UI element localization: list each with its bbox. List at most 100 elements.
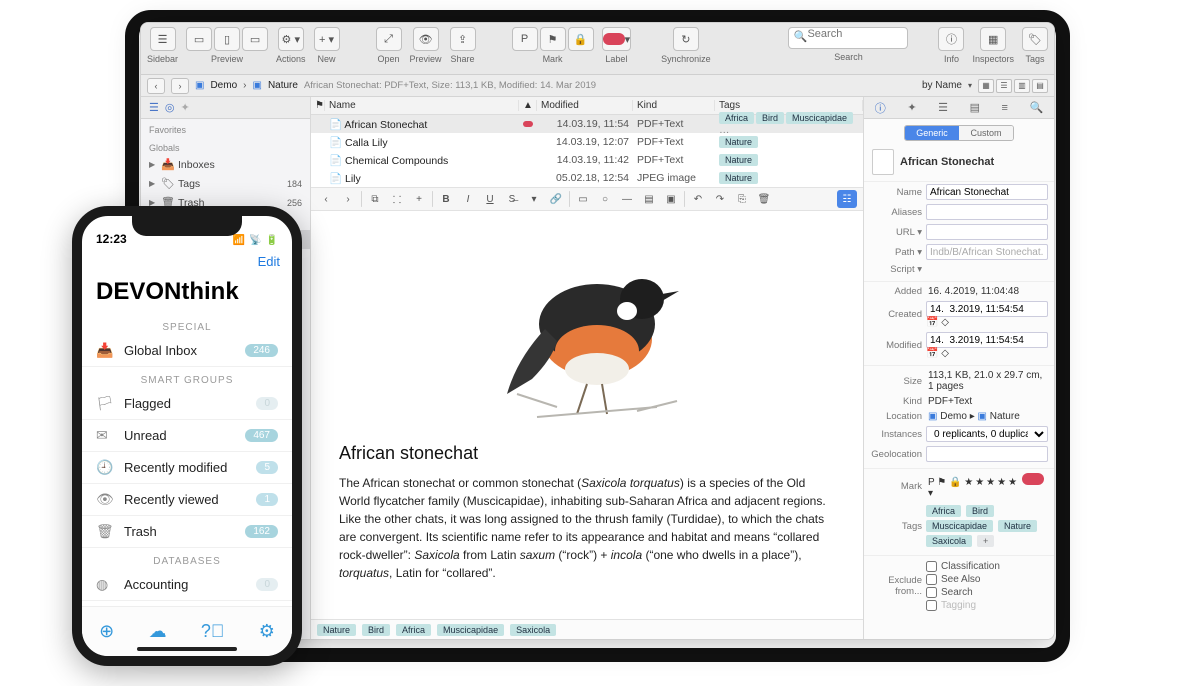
tab-add-icon[interactable]: ⊕ <box>99 621 114 642</box>
breadcrumb-root[interactable]: Demo <box>210 80 237 91</box>
list-item[interactable]: 👁Recently viewed1 <box>82 484 292 516</box>
editor-delete-icon[interactable]: 🗑 <box>755 190 773 208</box>
inspector-tab-thumb-icon[interactable]: ▤ <box>970 101 980 114</box>
editor-circle-icon[interactable]: ○ <box>596 190 614 208</box>
editor-rect-icon[interactable]: ▭ <box>574 190 592 208</box>
breadcrumb-leaf[interactable]: Nature <box>268 80 298 91</box>
doc-tag[interactable]: Africa <box>396 624 431 636</box>
grid-header-modified[interactable]: Modified <box>537 100 633 111</box>
editor-rotate-r-icon[interactable]: ↷ <box>711 190 729 208</box>
grid-header-flag[interactable]: ⚑ <box>311 100 325 111</box>
view-icons-button[interactable]: ▦ <box>978 79 994 93</box>
doc-tag[interactable]: Nature <box>317 624 356 636</box>
inspector-tab-star-icon[interactable]: ✦ <box>907 101 916 114</box>
inspector-tab-info-icon[interactable]: ⓘ <box>875 100 886 116</box>
sidebar-toggle-button[interactable]: ☰ <box>150 27 176 51</box>
sort-by-name[interactable]: by Name <box>922 80 962 91</box>
sidebar-view-extra-icon[interactable]: ✦ <box>180 101 189 114</box>
editor-link-icon[interactable]: 🔗 <box>547 190 565 208</box>
list-item[interactable]: ◍Accounting0 <box>82 569 292 601</box>
inspector-url-input[interactable] <box>926 224 1048 240</box>
mark-lock-button[interactable]: 🔒 <box>568 27 594 51</box>
sidebar-item-inboxes[interactable]: ▶📥Inboxes <box>141 155 310 174</box>
seg-generic[interactable]: Generic <box>905 126 959 140</box>
doc-tag[interactable]: Bird <box>362 624 390 636</box>
inspector-tag[interactable]: + <box>977 535 994 547</box>
grid-header-tags[interactable]: Tags <box>715 100 863 111</box>
tags-button[interactable]: 🏷 <box>1022 27 1048 51</box>
preview2-button[interactable]: 👁 <box>413 27 439 51</box>
editor-stamp-icon[interactable]: ▣ <box>662 190 680 208</box>
exclude-tagging-checkbox[interactable] <box>926 600 937 611</box>
open-button[interactable]: ⤢ <box>376 27 402 51</box>
inspector-path-input[interactable] <box>926 244 1048 260</box>
sidebar-item-tags[interactable]: ▶🏷Tags184 <box>141 174 310 193</box>
inspector-tab-list-icon[interactable]: ☰ <box>938 101 948 114</box>
search-input[interactable] <box>793 28 889 40</box>
exclude-seealso-checkbox[interactable] <box>926 574 937 585</box>
doc-tag[interactable]: Saxicola <box>510 624 556 636</box>
nav-back-button[interactable]: ‹ <box>147 78 165 94</box>
search-field[interactable] <box>788 27 908 49</box>
editor-color-icon[interactable]: ▾ <box>525 190 543 208</box>
view-list-button[interactable]: ☰ <box>996 79 1012 93</box>
inspector-instances-select[interactable]: 0 replicants, 0 duplicates <box>926 426 1048 442</box>
inspectors-button[interactable]: ▦ <box>980 27 1006 51</box>
seg-custom[interactable]: Custom <box>959 126 1013 140</box>
label-button[interactable]: ▾ <box>602 27 632 51</box>
list-item[interactable]: 🕘Recently modified5 <box>82 452 292 484</box>
new-button[interactable]: + ▾ <box>314 27 340 51</box>
view-cover-button[interactable]: ▤ <box>1032 79 1048 93</box>
inspector-name-input[interactable] <box>926 184 1048 200</box>
editor-select-icon[interactable]: ⧉ <box>366 190 384 208</box>
synchronize-button[interactable]: ↻ <box>673 27 699 51</box>
tab-cloud-icon[interactable]: ☁︎ <box>149 621 167 642</box>
nav-forward-button[interactable]: › <box>171 78 189 94</box>
grid-header-name[interactable]: Name <box>325 100 519 111</box>
mark-flag-button[interactable]: ⚑ <box>540 27 566 51</box>
editor-strike-icon[interactable]: S̶ <box>503 190 521 208</box>
grid-header-kind[interactable]: Kind <box>633 100 715 111</box>
sidebar-view-list-icon[interactable]: ☰ <box>149 101 159 114</box>
inspector-tab-search-icon[interactable]: 🔍 <box>1030 101 1044 114</box>
editor-underline-icon[interactable]: U <box>481 190 499 208</box>
editor-italic-icon[interactable]: I <box>459 190 477 208</box>
share-button[interactable]: ⇪ <box>450 27 476 51</box>
inspector-tag[interactable]: Saxicola <box>926 535 972 547</box>
editor-bold-icon[interactable]: B <box>437 190 455 208</box>
editor-nav-forward[interactable]: › <box>339 190 357 208</box>
table-row[interactable]: 📄 African Stonechat14.03.19, 11:54PDF+Te… <box>311 115 863 133</box>
editor-copy-icon[interactable]: ⎘ <box>733 190 751 208</box>
inspector-tags[interactable]: Africa Bird Muscicapidae Nature Saxicola + <box>926 503 1048 549</box>
document-preview[interactable]: African stonechat The African stonechat … <box>311 211 863 619</box>
rating-stars[interactable]: ★★★★★ <box>964 477 1019 488</box>
preview-btn-1[interactable]: ▭ <box>186 27 212 51</box>
inspector-mark-value[interactable]: P ⚑ 🔒 ★★★★★ ▾ <box>926 473 1048 499</box>
inspector-tag[interactable]: Africa <box>926 505 961 517</box>
inspector-tag[interactable]: Nature <box>998 520 1037 532</box>
tab-settings-icon[interactable]: ⚙ <box>259 621 275 642</box>
inspector-tab-text-icon[interactable]: ≡ <box>1002 102 1008 114</box>
mark-p-button[interactable]: P <box>512 27 538 51</box>
view-columns-button[interactable]: ▥ <box>1014 79 1030 93</box>
exclude-classification-checkbox[interactable] <box>926 561 937 572</box>
grid-header-mark[interactable]: ▲ <box>519 100 537 111</box>
inspector-tag[interactable]: Muscicapidae <box>926 520 993 532</box>
list-item[interactable]: 🏳Flagged0 <box>82 388 292 420</box>
inspector-tag[interactable]: Bird <box>966 505 994 517</box>
list-item[interactable]: ✉Unread467 <box>82 420 292 452</box>
editor-note-icon[interactable]: ▤ <box>640 190 658 208</box>
editor-add-icon[interactable]: + <box>410 190 428 208</box>
inspector-modified-input[interactable] <box>926 332 1048 348</box>
doc-tag[interactable]: Muscicapidae <box>437 624 504 636</box>
preview-btn-2[interactable]: ▯ <box>214 27 240 51</box>
label-pill-icon[interactable] <box>1022 473 1044 485</box>
tab-help-icon[interactable]: ?⃝ <box>201 621 225 642</box>
sidebar-view-tag-icon[interactable]: ◎ <box>165 101 175 114</box>
table-row[interactable]: 📄 Chemical Compounds14.03.19, 11:42PDF+T… <box>311 151 863 169</box>
table-row[interactable]: 📄 Lily05.02.18, 12:54JPEG imageNature <box>311 169 863 187</box>
inspector-created-input[interactable] <box>926 301 1048 317</box>
inspector-geo-input[interactable] <box>926 446 1048 462</box>
exclude-search-checkbox[interactable] <box>926 587 937 598</box>
table-row[interactable]: 📄 Calla Lily14.03.19, 12:07PDF+TextNatur… <box>311 133 863 151</box>
